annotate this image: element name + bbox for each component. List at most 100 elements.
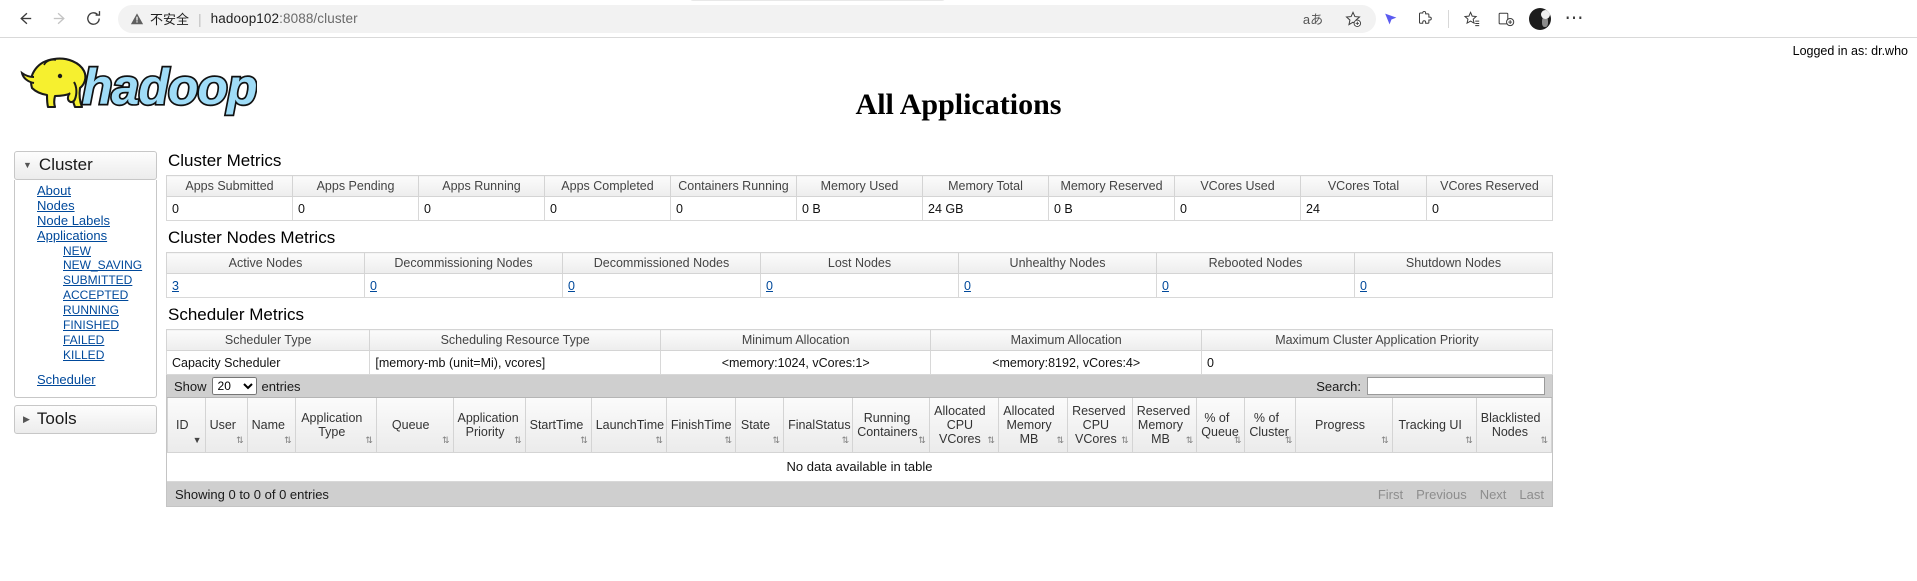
sidebar-link-submitted[interactable]: SUBMITTED: [63, 273, 132, 287]
unhealthy-nodes-link[interactable]: 0: [964, 279, 971, 293]
sidebar-item-node-labels[interactable]: Node Labels: [37, 213, 156, 229]
val-active-nodes[interactable]: 3: [166, 273, 365, 298]
address-bar[interactable]: 不安全 | hadoop102:8088/cluster aあ: [118, 4, 1376, 34]
col-allocated-memory-mb[interactable]: Allocated Memory MB ⇅: [997, 398, 1069, 453]
sort-both-icon: ⇅: [1284, 435, 1293, 445]
col-vcores-total: VCores Total: [1300, 175, 1427, 197]
col-name[interactable]: Name ⇅: [246, 398, 296, 453]
translate-icon[interactable]: aあ: [1298, 4, 1328, 34]
entries-label: entries: [261, 378, 301, 394]
sidebar-link-new-saving[interactable]: NEW_SAVING: [63, 258, 142, 272]
decommissioning-nodes-link[interactable]: 0: [370, 279, 377, 293]
sidebar-cluster-list: About Nodes Node Labels Applications NEW…: [15, 184, 156, 387]
col-active-nodes: Active Nodes: [166, 252, 365, 274]
favorites-icon[interactable]: [1457, 4, 1487, 34]
sidebar-link-nodes[interactable]: Nodes: [37, 198, 75, 213]
sidebar-item-new[interactable]: NEW: [63, 243, 156, 258]
col-queue[interactable]: Queue ⇅: [375, 398, 454, 453]
pagination-previous[interactable]: Previous: [1416, 487, 1467, 502]
sidebar-item-applications[interactable]: Applications NEW NEW_SAVING SUBMITTED AC…: [37, 228, 156, 363]
val-apps-pending: 0: [292, 196, 419, 221]
table-row: Capacity Scheduler [memory-mb (unit=Mi),…: [165, 350, 1554, 375]
lost-nodes-link[interactable]: 0: [766, 279, 773, 293]
decommissioned-nodes-link[interactable]: 0: [568, 279, 575, 293]
val-decommissioning-nodes[interactable]: 0: [364, 273, 563, 298]
sidebar-item-failed[interactable]: FAILED: [63, 333, 156, 348]
sidebar-link-finished[interactable]: FINISHED: [63, 318, 119, 332]
sidebar-section-tools[interactable]: ▶ Tools: [14, 405, 157, 435]
logged-in-label: Logged in as: dr.who: [1792, 44, 1908, 58]
sidebar-link-killed[interactable]: KILLED: [63, 348, 104, 362]
sidebar-item-new-saving[interactable]: NEW_SAVING: [63, 258, 156, 273]
pagination-next[interactable]: Next: [1480, 487, 1507, 502]
col-finalstatus[interactable]: FinalStatus ⇅: [783, 398, 854, 453]
extension-pin-icon[interactable]: [1376, 4, 1406, 34]
col-blacklisted-nodes[interactable]: Blacklisted Nodes ⇅: [1475, 398, 1553, 453]
profile-avatar[interactable]: [1525, 4, 1555, 34]
col-user[interactable]: User ⇅: [204, 398, 248, 453]
val-decommissioned-nodes[interactable]: 0: [562, 273, 761, 298]
sidebar-item-nodes[interactable]: Nodes: [37, 199, 156, 214]
col-memory-total: Memory Total: [922, 175, 1049, 197]
col-decommissioned-nodes: Decommissioned Nodes: [562, 252, 761, 274]
val-shutdown-nodes[interactable]: 0: [1354, 273, 1553, 298]
search-input[interactable]: [1367, 377, 1545, 395]
collections-icon[interactable]: [1491, 4, 1521, 34]
sidebar-link-node-labels[interactable]: Node Labels: [37, 213, 110, 228]
col-allocated-cpu-vcores[interactable]: Allocated CPU VCores ⇅: [928, 398, 999, 453]
col-launchtime[interactable]: LaunchTime ⇅: [590, 398, 667, 453]
sidebar-item-killed[interactable]: KILLED: [63, 348, 156, 363]
sidebar-section-cluster[interactable]: ▼ Cluster: [14, 151, 157, 180]
col-progress[interactable]: Progress ⇅: [1295, 398, 1393, 453]
sidebar-link-new[interactable]: NEW: [63, 244, 91, 258]
pagination-first[interactable]: First: [1378, 487, 1403, 502]
col-starttime[interactable]: StartTime ⇅: [524, 398, 592, 453]
col-percent-of-queue[interactable]: % of Queue ⇅: [1196, 398, 1246, 453]
rebooted-nodes-link[interactable]: 0: [1162, 279, 1169, 293]
back-button[interactable]: [8, 2, 42, 36]
sidebar-item-accepted[interactable]: ACCEPTED: [63, 288, 156, 303]
sidebar-link-accepted[interactable]: ACCEPTED: [63, 288, 128, 302]
more-icon[interactable]: ⋯: [1559, 4, 1589, 34]
sidebar-item-finished[interactable]: FINISHED: [63, 318, 156, 333]
col-application-type[interactable]: Application Type ⇅: [294, 398, 377, 453]
col-finishtime[interactable]: FinishTime ⇅: [665, 398, 736, 453]
reload-icon: [86, 11, 100, 25]
tab-strip-edge: [690, 0, 945, 1]
sidebar-link-failed[interactable]: FAILED: [63, 333, 104, 347]
col-application-priority[interactable]: Application Priority ⇅: [452, 398, 526, 453]
col-finishtime-label: FinishTime: [670, 418, 732, 432]
shutdown-nodes-link[interactable]: 0: [1360, 279, 1367, 293]
not-secure-warning-icon[interactable]: [130, 12, 144, 26]
sidebar-link-applications[interactable]: Applications: [37, 228, 107, 243]
col-running-containers[interactable]: Running Containers ⇅: [852, 398, 930, 453]
sidebar-link-running[interactable]: RUNNING: [63, 303, 119, 317]
sidebar-item-running[interactable]: RUNNING: [63, 303, 156, 318]
sidebar-item-scheduler[interactable]: Scheduler: [37, 372, 156, 387]
val-lost-nodes[interactable]: 0: [760, 273, 959, 298]
sort-both-icon: ⇅: [918, 435, 926, 445]
col-percent-of-cluster[interactable]: % of Cluster ⇅: [1244, 398, 1297, 453]
active-nodes-link[interactable]: 3: [172, 279, 179, 293]
val-minimum-allocation: <memory:1024, vCores:1>: [659, 350, 932, 375]
sort-both-icon: ⇅: [1540, 435, 1548, 445]
forward-button[interactable]: [42, 2, 76, 36]
col-state[interactable]: State ⇅: [734, 398, 785, 453]
sidebar-link-about[interactable]: About: [37, 183, 71, 198]
page-size-select[interactable]: 20 40 60 80 100: [211, 377, 257, 395]
pagination-last[interactable]: Last: [1519, 487, 1544, 502]
sidebar-link-scheduler[interactable]: Scheduler: [37, 372, 96, 387]
col-state-label: State: [740, 418, 771, 432]
col-reserved-memory-mb[interactable]: Reserved Memory MB ⇅: [1131, 398, 1198, 453]
sidebar-item-submitted[interactable]: SUBMITTED: [63, 273, 156, 288]
col-tracking-ui[interactable]: Tracking UI ⇅: [1391, 398, 1477, 453]
reload-button[interactable]: [76, 2, 110, 36]
val-unhealthy-nodes[interactable]: 0: [958, 273, 1157, 298]
extensions-icon[interactable]: [1410, 4, 1440, 34]
col-id[interactable]: ID ▼: [167, 398, 206, 453]
col-memory-reserved: Memory Reserved: [1048, 175, 1175, 197]
col-reserved-cpu-vcores[interactable]: Reserved CPU VCores ⇅: [1067, 398, 1133, 453]
val-rebooted-nodes[interactable]: 0: [1156, 273, 1355, 298]
add-favorite-icon[interactable]: [1338, 4, 1368, 34]
sidebar-item-about[interactable]: About: [37, 184, 156, 199]
